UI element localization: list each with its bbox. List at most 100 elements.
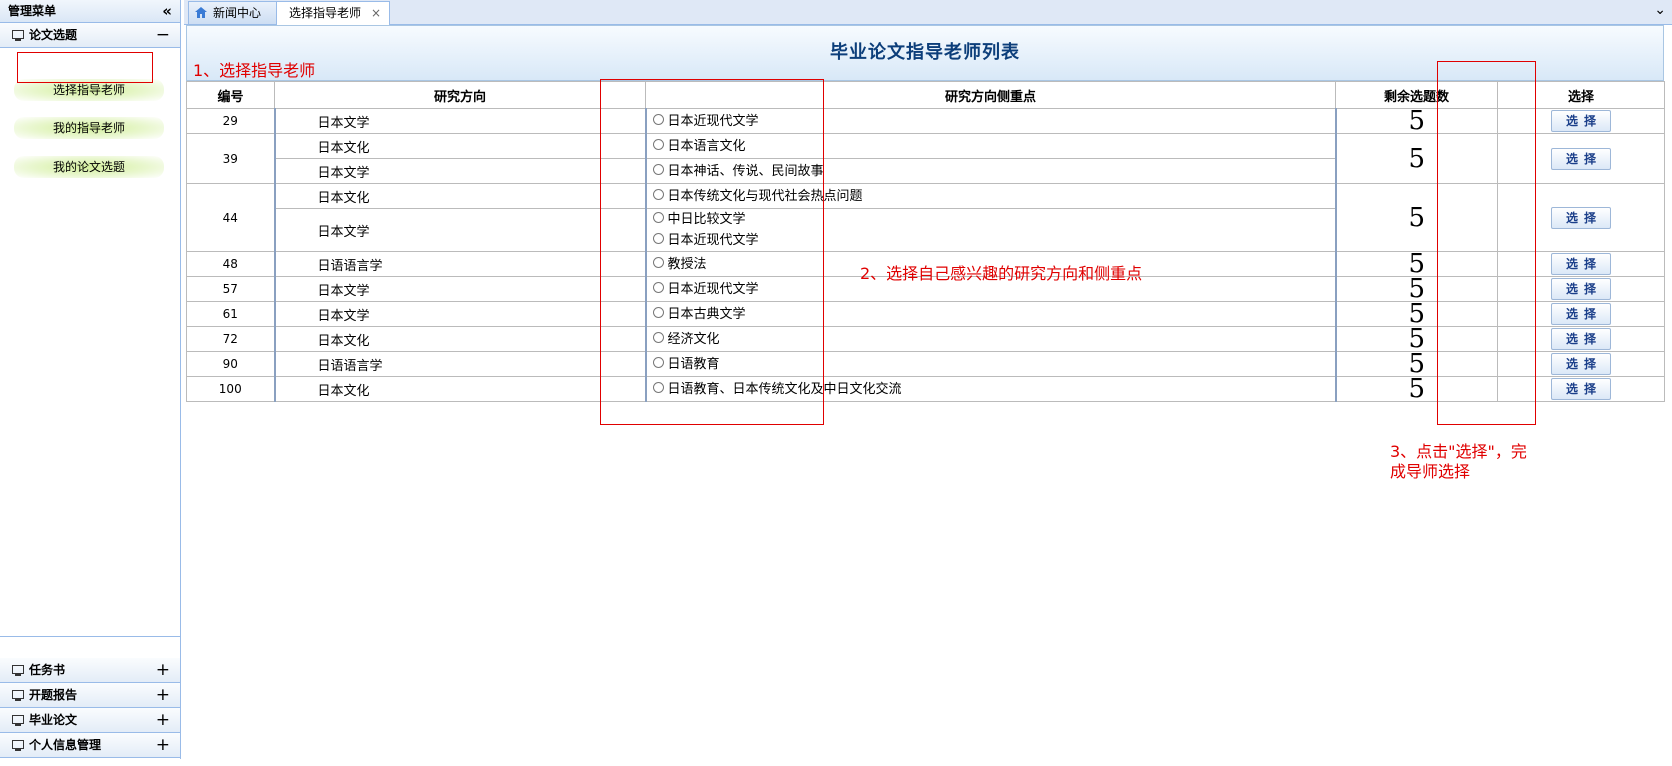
- focus-label: 教授法: [667, 256, 707, 272]
- focus-label: 日语教育、日本传统文化及中日文化交流: [667, 381, 902, 397]
- annotation-step3-line1: 3、点击"选择"，完: [1390, 442, 1527, 461]
- section-label: 个人信息管理: [29, 738, 102, 752]
- section-body: 选择指导老师 我的指导老师 我的论文选题: [0, 48, 180, 637]
- table-row: 72 日本文化 经济文化 5 选择: [186, 326, 1665, 352]
- sidebar: 管理菜单 « 论文选题 − 选择指导老师 我的指导老师 我的论文选题 任务书 +…: [0, 0, 181, 759]
- focus-label: 日本近现代文学: [667, 233, 759, 248]
- select-button[interactable]: 选择: [1551, 378, 1611, 400]
- advisor-id: 57: [186, 276, 275, 302]
- research-direction: 日本文学: [273, 276, 646, 302]
- remaining-count: 5: [1334, 276, 1498, 302]
- select-button[interactable]: 选择: [1551, 110, 1611, 132]
- research-direction: 日本文化: [273, 183, 646, 209]
- research-direction: 日语语言学: [273, 251, 646, 277]
- select-button[interactable]: 选择: [1551, 328, 1611, 350]
- section-label: 毕业论文: [29, 713, 78, 727]
- research-direction: 日本文学: [273, 158, 646, 184]
- section-label: 开题报告: [29, 688, 78, 702]
- radio-button[interactable]: [652, 188, 664, 200]
- select-button[interactable]: 选择: [1551, 303, 1611, 325]
- research-direction: 日本文化: [273, 326, 646, 352]
- expand-icon[interactable]: +: [156, 658, 170, 682]
- select-cell: 选择: [1497, 326, 1665, 352]
- section-assignment[interactable]: 任务书 +: [0, 658, 180, 683]
- col-header-direction: 研究方向: [274, 81, 646, 109]
- focus-options: 日本语言文化: [644, 133, 1336, 159]
- table-header-row: 编号 研究方向 研究方向侧重点 剩余选题数 选择: [186, 81, 1665, 109]
- advisor-id: 29: [186, 108, 275, 134]
- annotation-step2: 2、选择自己感兴趣的研究方向和侧重点: [860, 264, 1143, 283]
- radio-button[interactable]: [652, 256, 664, 268]
- focus-options: 日本古典文学: [644, 301, 1336, 327]
- focus-options: 中日比较文学 日本近现代文学: [644, 208, 1336, 252]
- advisor-id: 72: [186, 326, 275, 352]
- radio-button[interactable]: [652, 113, 664, 125]
- focus-options: 经济文化: [644, 326, 1336, 352]
- remaining-count: 5: [1334, 301, 1498, 327]
- focus-option[interactable]: 日本近现代文学: [652, 111, 1335, 132]
- radio-button[interactable]: [652, 331, 664, 343]
- expand-icon[interactable]: +: [156, 733, 170, 757]
- research-direction: 日本文学: [273, 108, 646, 134]
- select-cell: 选择: [1497, 351, 1665, 377]
- select-button[interactable]: 选择: [1551, 278, 1611, 300]
- chevron-down-icon[interactable]: ⌄: [1654, 2, 1666, 18]
- select-cell: 选择: [1497, 183, 1665, 252]
- radio-button[interactable]: [652, 356, 664, 368]
- focus-label: 日本古典文学: [667, 306, 746, 322]
- focus-option[interactable]: 日本古典文学: [652, 304, 1335, 325]
- focus-option[interactable]: 日本语言文化: [652, 136, 1335, 157]
- select-cell: 选择: [1497, 133, 1665, 184]
- menu-link-my-topic[interactable]: 我的论文选题: [14, 156, 164, 178]
- expand-icon[interactable]: +: [156, 683, 170, 707]
- radio-button[interactable]: [652, 281, 664, 293]
- monitor-icon: [12, 665, 24, 676]
- monitor-icon: [12, 715, 24, 726]
- annotation-step3-line2: 成导师选择: [1390, 462, 1471, 481]
- remaining-count: 5: [1334, 376, 1498, 402]
- section-proposal[interactable]: 开题报告 +: [0, 683, 180, 708]
- focus-options: 日本近现代文学: [644, 108, 1336, 134]
- focus-option[interactable]: 日语教育、日本传统文化及中日文化交流: [652, 379, 1335, 400]
- focus-label: 日本传统文化与现代社会热点问题: [667, 188, 863, 204]
- radio-button[interactable]: [652, 233, 664, 244]
- radio-button[interactable]: [652, 381, 664, 393]
- menu-link-select-advisor[interactable]: 选择指导老师: [14, 79, 164, 101]
- section-label: 任务书: [29, 663, 66, 677]
- radio-button[interactable]: [652, 306, 664, 318]
- focus-option[interactable]: 日本近现代文学: [652, 230, 1335, 251]
- focus-option[interactable]: 中日比较文学: [652, 209, 1335, 230]
- focus-label: 中日比较文学: [667, 212, 746, 227]
- expand-icon[interactable]: +: [156, 708, 170, 732]
- focus-option[interactable]: 日本神话、传说、民间故事: [652, 161, 1335, 182]
- table-row: 90 日语语言学 日语教育 5 选择: [186, 351, 1665, 377]
- collapse-icon[interactable]: «: [162, 0, 172, 22]
- select-cell: 选择: [1497, 301, 1665, 327]
- select-button[interactable]: 选择: [1551, 147, 1611, 170]
- remaining-count: 5: [1334, 326, 1498, 352]
- advisor-id: 61: [186, 301, 275, 327]
- select-button[interactable]: 选择: [1551, 206, 1611, 229]
- tab-select-advisor[interactable]: 选择指导老师 ×: [276, 1, 390, 25]
- section-thesis[interactable]: 毕业论文 +: [0, 708, 180, 733]
- focus-label: 日本神话、传说、民间故事: [667, 163, 824, 179]
- radio-button[interactable]: [652, 212, 664, 223]
- research-direction: 日本文学: [273, 301, 646, 327]
- select-button[interactable]: 选择: [1551, 253, 1611, 275]
- close-icon[interactable]: ×: [371, 2, 381, 24]
- focus-option[interactable]: 经济文化: [652, 329, 1335, 350]
- table-body: 29 日本文学 日本近现代文学 5 选择 39 日本文化 日本语言文化 5 选择 日本文学 日本神话、…: [186, 108, 1665, 402]
- focus-option[interactable]: 日语教育: [652, 354, 1335, 375]
- collapse-section-icon[interactable]: −: [156, 23, 170, 47]
- select-button[interactable]: 选择: [1551, 353, 1611, 375]
- focus-label: 经济文化: [667, 331, 720, 347]
- select-cell: 选择: [1497, 251, 1665, 277]
- radio-button[interactable]: [652, 138, 664, 150]
- remaining-count: 5: [1334, 251, 1498, 277]
- radio-button[interactable]: [652, 163, 664, 175]
- section-personal-info[interactable]: 个人信息管理 +: [0, 733, 180, 758]
- focus-option[interactable]: 日本传统文化与现代社会热点问题: [652, 186, 1335, 207]
- section-thesis-topic[interactable]: 论文选题 −: [0, 23, 180, 48]
- section-label: 论文选题: [29, 28, 78, 42]
- menu-link-my-advisor[interactable]: 我的指导老师: [14, 117, 164, 139]
